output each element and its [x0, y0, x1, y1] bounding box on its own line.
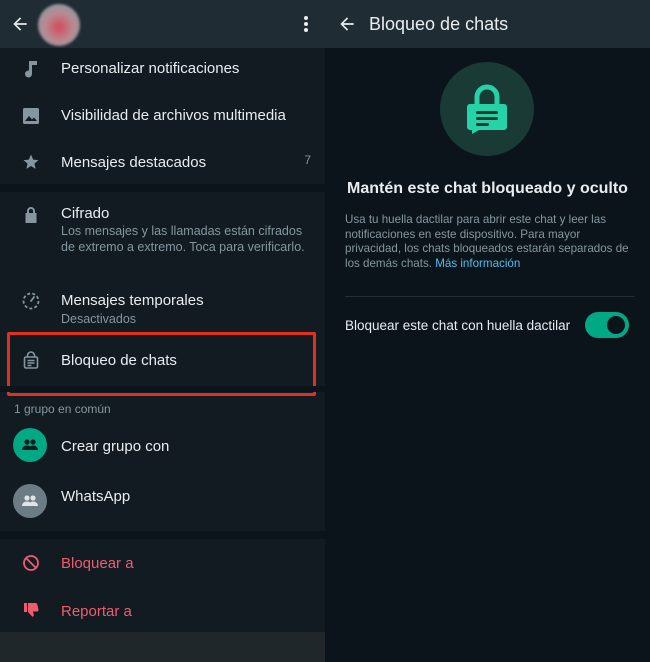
thumbs-down-icon	[20, 599, 42, 621]
common-groups-title: 1 grupo en común	[14, 402, 111, 416]
list-item-disappearing[interactable]: Mensajes temporales Desactivados	[0, 278, 325, 328]
group-avatar-icon	[13, 484, 47, 518]
more-options-icon[interactable]	[296, 12, 316, 36]
list-item-subtitle: Los mensajes y las llamadas están cifrad…	[61, 224, 305, 254]
timer-icon	[20, 290, 42, 312]
group-item-whatsapp[interactable]: WhatsApp	[0, 472, 325, 524]
list-item-label: Visibilidad de archivos multimedia	[61, 107, 286, 124]
divider	[345, 296, 635, 297]
music-note-icon	[20, 58, 42, 80]
top-bar	[0, 0, 325, 48]
list-item-subtitle: Desactivados	[61, 312, 137, 326]
list-item-label: Cifrado	[61, 205, 110, 222]
more-info-link[interactable]: Más información	[435, 257, 520, 270]
block-icon	[20, 552, 42, 574]
list-item-label: Mensajes destacados	[61, 154, 207, 171]
star-icon	[20, 151, 42, 173]
list-item-media-visibility[interactable]: Visibilidad de archivos multimedia	[0, 92, 325, 138]
page-title: Bloqueo de chats	[369, 14, 509, 34]
fingerprint-lock-toggle[interactable]	[585, 312, 629, 338]
bottom-strip	[0, 632, 325, 662]
list-item-notifications[interactable]: Personalizar notificaciones	[0, 48, 325, 92]
toggle-label: Bloquear este chat con huella dactilar	[345, 318, 571, 333]
list-item-label: Reportar a	[61, 603, 132, 620]
divider	[0, 531, 325, 539]
toggle-knob	[607, 316, 625, 334]
chat-lock-illustration-icon	[440, 62, 534, 156]
chat-lock-panel: Bloqueo de chats Mantén este chat bloque…	[325, 0, 650, 662]
description: Usa tu huella dactilar para abrir este c…	[345, 213, 635, 271]
list-item-label: WhatsApp	[61, 488, 131, 505]
block-contact-item[interactable]: Bloquear a	[0, 541, 325, 585]
image-icon	[20, 105, 42, 127]
contact-info-panel: Personalizar notificaciones Visibilidad …	[0, 0, 325, 662]
list-item-starred[interactable]: Mensajes destacados 7	[0, 138, 325, 184]
starred-count: 7	[304, 153, 311, 167]
list-item-encryption[interactable]: Cifrado Los mensajes y las llamadas está…	[0, 192, 325, 278]
list-item-label: Bloquear a	[61, 555, 134, 572]
list-item-label: Crear grupo con	[61, 438, 170, 455]
create-group-item[interactable]: Crear grupo con	[0, 424, 325, 468]
lock-icon	[20, 204, 42, 226]
back-arrow-icon[interactable]	[8, 12, 32, 36]
group-add-icon	[13, 428, 47, 462]
list-item-label: Mensajes temporales	[61, 292, 204, 309]
report-contact-item[interactable]: Reportar a	[0, 589, 325, 633]
divider	[0, 386, 325, 392]
headline: Mantén este chat bloqueado y oculto	[347, 180, 628, 197]
back-arrow-icon[interactable]	[335, 12, 359, 36]
divider	[0, 184, 325, 192]
list-item-label: Personalizar notificaciones	[61, 60, 240, 77]
top-bar: Bloqueo de chats	[325, 0, 650, 48]
avatar[interactable]	[38, 4, 80, 46]
